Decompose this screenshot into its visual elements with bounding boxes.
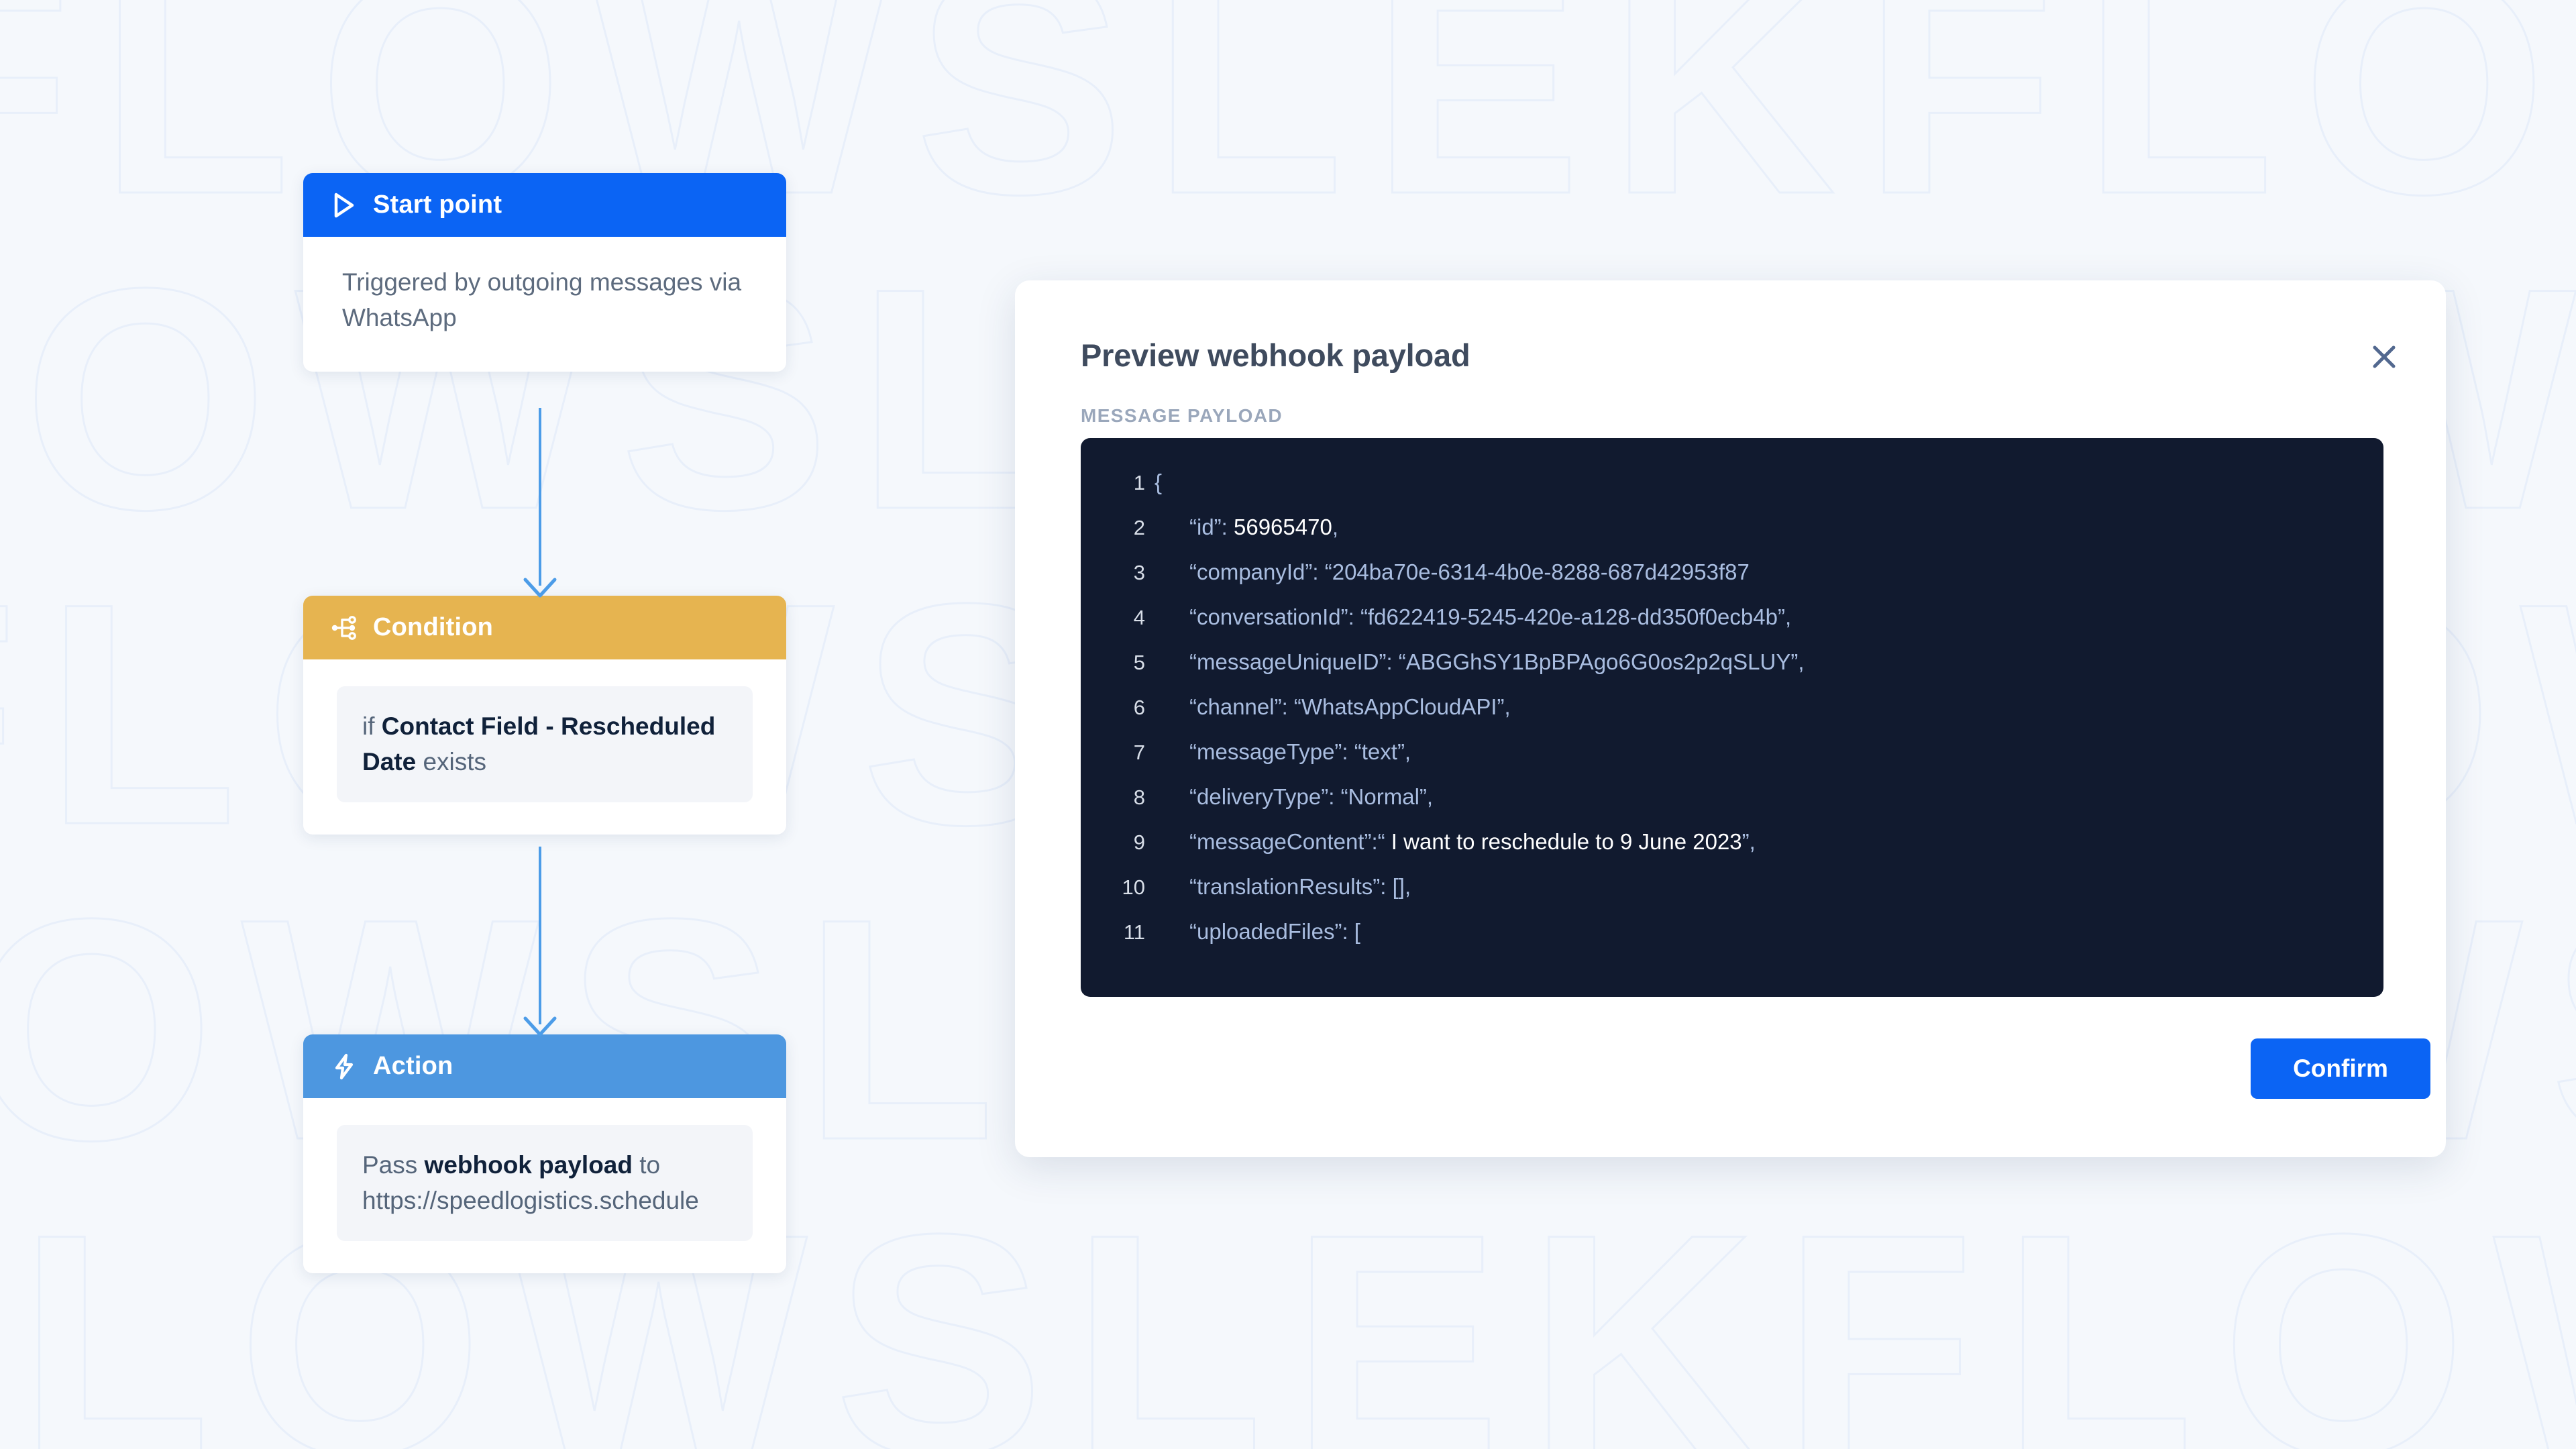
condition-field: Contact Field - Rescheduled Date (362, 712, 716, 775)
code-line-text: “id”: 56965470, (1189, 515, 1338, 539)
code-line-number: 5 (1133, 651, 1145, 674)
code-highlighted-value: I want to reschedule to 9 June 2023 (1385, 829, 1742, 854)
message-payload-label: MESSAGE PAYLOAD (1081, 405, 1283, 426)
flow-connector-line (539, 847, 541, 1024)
code-line-number: 7 (1133, 741, 1145, 764)
code-line: 5 “messageUniqueID”: “ABGGhSY1BpBPAgo6G0o… (1081, 649, 2383, 694)
lightning-bolt-icon (330, 1053, 358, 1081)
code-line-number: 11 (1123, 920, 1145, 944)
code-line: 3 “companyId”: “204ba70e-6314-4b0e-8288-6… (1081, 559, 2383, 604)
action-detail-chip: Pass webhook payload to https://speedlog… (337, 1125, 753, 1242)
condition-expression-chip: if Contact Field - Rescheduled Date exis… (337, 686, 753, 803)
play-triangle-icon (330, 191, 358, 219)
code-line-text: “uploadedFiles”: [ (1189, 919, 1360, 944)
code-line-number: 10 (1122, 875, 1145, 899)
code-line-number: 3 (1133, 561, 1145, 584)
node-card[interactable]: Condition if Contact Field - Rescheduled… (303, 596, 786, 835)
code-line: 4 “conversationId”: “fd622419-5245-420e-a… (1081, 604, 2383, 649)
code-line-text: “translationResults”: [], (1189, 874, 1411, 899)
node-card[interactable]: Action Pass webhook payload to https://s… (303, 1034, 786, 1274)
condition-suffix: exists (416, 747, 487, 775)
node-body: Triggered by outgoing messages via Whats… (303, 237, 786, 372)
code-highlighted-value: 56965470 (1234, 515, 1332, 539)
node-body: Pass webhook payload to https://speedlog… (303, 1098, 786, 1273)
node-header-label: Condition (373, 613, 494, 641)
code-line-number: 1 (1133, 471, 1145, 494)
code-line-text: “companyId”: “204ba70e-6314-4b0e-8288-68… (1189, 559, 1750, 584)
payload-code-viewer[interactable]: 1{2 “id”: 56965470, 3 “companyId”: “204ba70… (1081, 438, 2383, 997)
flow-node-start-point[interactable]: Start point Triggered by outgoing messag… (303, 173, 786, 372)
modal-title: Preview webhook payload (1081, 337, 1470, 373)
code-line-number: 4 (1133, 606, 1145, 629)
code-line-number: 9 (1133, 830, 1145, 854)
preview-webhook-payload-modal: Preview webhook payload MESSAGE PAYLOAD … (1015, 280, 2446, 1157)
flow-node-action[interactable]: Action Pass webhook payload to https://s… (303, 1034, 786, 1274)
code-line-text: “messageContent”:“ I want to reschedule … (1189, 829, 1756, 854)
condition-expression: if Contact Field - Rescheduled Date exis… (362, 709, 727, 780)
flow-connector-arrowhead (523, 578, 557, 598)
node-header-label: Start point (373, 191, 502, 219)
action-payload-name: webhook payload (424, 1151, 633, 1179)
flow-connector-arrowhead (523, 1016, 557, 1036)
code-line-number: 8 (1133, 786, 1145, 809)
node-description: Triggered by outgoing messages via Whats… (342, 268, 742, 331)
condition-prefix: if (362, 712, 382, 740)
code-line: 2 “id”: 56965470, (1081, 515, 2383, 559)
action-description: Pass webhook payload to https://speedlog… (362, 1148, 727, 1218)
node-card[interactable]: Start point Triggered by outgoing messag… (303, 173, 786, 372)
flow-node-condition[interactable]: Condition if Contact Field - Rescheduled… (303, 596, 786, 835)
code-line-text: “channel”: “WhatsAppCloudAPI”, (1189, 694, 1511, 719)
code-line: 6 “channel”: “WhatsAppCloudAPI”, (1081, 694, 2383, 739)
code-line-text: “messageUniqueID”: “ABGGhSY1BpBPAgo6G0os… (1189, 649, 1805, 674)
node-header-action: Action (303, 1034, 786, 1098)
code-line: 1{ (1081, 470, 2383, 515)
code-line-text: “deliveryType”: “Normal”, (1189, 784, 1434, 809)
node-header-start-point: Start point (303, 173, 786, 237)
node-header-condition: Condition (303, 596, 786, 659)
node-body: if Contact Field - Rescheduled Date exis… (303, 659, 786, 835)
branch-split-icon (330, 614, 358, 642)
code-line: 11 “uploadedFiles”: [ (1081, 919, 2383, 964)
code-line: 7 “messageType”: “text”, (1081, 739, 2383, 784)
code-line-text: “conversationId”: “fd622419-5245-420e-a1… (1189, 604, 1792, 629)
code-line: 8 “deliveryType”: “Normal”, (1081, 784, 2383, 829)
confirm-button[interactable]: Confirm (2251, 1038, 2430, 1099)
action-prefix: Pass (362, 1151, 425, 1179)
code-line-text: “messageType”: “text”, (1189, 739, 1411, 764)
code-line-text: { (1155, 470, 1163, 494)
close-x-icon[interactable] (2360, 333, 2408, 381)
flow-connector-line (539, 408, 541, 586)
code-line-number: 2 (1133, 516, 1145, 539)
code-line: 10 “translationResults”: [], (1081, 874, 2383, 919)
code-line-number: 6 (1133, 696, 1145, 719)
code-line: 9 “messageContent”:“ I want to reschedule… (1081, 829, 2383, 874)
node-header-label: Action (373, 1052, 453, 1080)
